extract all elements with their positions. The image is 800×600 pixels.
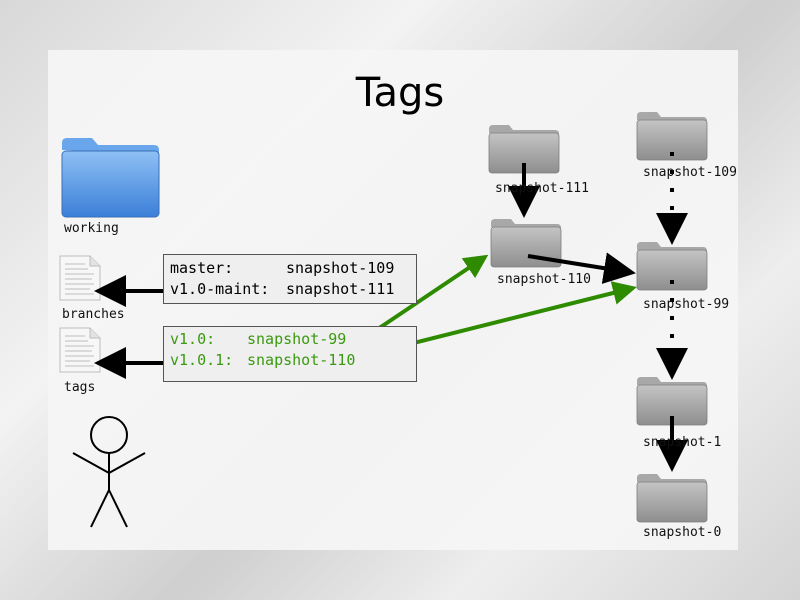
branch-row: master: snapshot-109: [170, 258, 410, 279]
working-label: working: [64, 221, 119, 236]
branch-target: snapshot-111: [286, 280, 395, 298]
tag-row: v1.0: snapshot-99: [170, 329, 410, 350]
tags-label: tags: [64, 380, 96, 395]
tags-box: v1.0: snapshot-99 v1.0.1: snapshot-110: [163, 326, 417, 382]
tags-file-icon[interactable]: [59, 327, 101, 373]
branches-label: branches: [62, 307, 125, 322]
user-figure-icon: [72, 416, 146, 528]
tag-target: snapshot-99: [247, 330, 347, 348]
snapshot-0-label: snapshot-0: [643, 525, 722, 540]
branch-name: v1.0-maint:: [170, 280, 270, 298]
snapshot-99-label: snapshot-99: [643, 297, 730, 312]
branch-name: master:: [170, 259, 234, 277]
tag-name: v1.0.1:: [170, 351, 234, 369]
branches-file-icon[interactable]: [59, 255, 101, 301]
snapshot-0-folder-icon[interactable]: [636, 473, 708, 523]
tag-row: v1.0.1: snapshot-110: [170, 350, 410, 371]
snapshot-1-label: snapshot-1: [643, 435, 722, 450]
snapshot-109-label: snapshot-109: [643, 165, 737, 180]
tag-target: snapshot-110: [247, 351, 356, 369]
snapshot-111-label: snapshot-111: [495, 181, 589, 196]
snapshot-110-label: snapshot-110: [497, 272, 591, 287]
working-folder-icon[interactable]: [61, 138, 160, 218]
branches-box: master: snapshot-109 v1.0-maint: snapsho…: [163, 254, 417, 304]
tag-name: v1.0:: [170, 330, 216, 348]
branch-target: snapshot-109: [286, 259, 395, 277]
branch-row: v1.0-maint: snapshot-111: [170, 279, 410, 300]
